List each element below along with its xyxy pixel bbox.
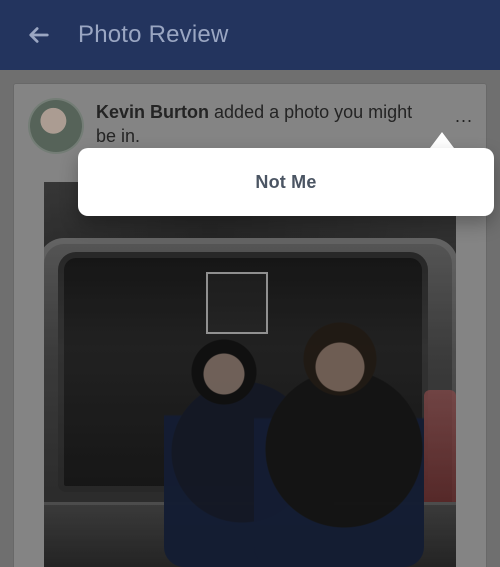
not-me-option[interactable]: Not Me [78,148,494,216]
back-arrow-icon[interactable] [26,22,52,48]
avatar[interactable] [28,98,84,154]
taillight-illustration [424,390,456,510]
more-options-icon[interactable]: ... [450,105,478,126]
page-title: Photo Review [78,21,229,48]
top-app-bar: Photo Review [0,0,500,70]
app-root: Photo Review Kevin Burton added a photo … [0,0,500,567]
popup-notch [430,132,454,148]
person-right-illustration [254,317,424,567]
more-options-label: ... [454,105,473,126]
user-name-link[interactable]: Kevin Burton [96,102,209,122]
post-header-text: Kevin Burton added a photo you might be … [96,100,416,148]
face-detection-box[interactable] [206,272,268,334]
tagged-photo[interactable] [44,182,456,567]
not-me-popup: Not Me [78,148,494,216]
back-arrow-glyph [29,27,49,43]
